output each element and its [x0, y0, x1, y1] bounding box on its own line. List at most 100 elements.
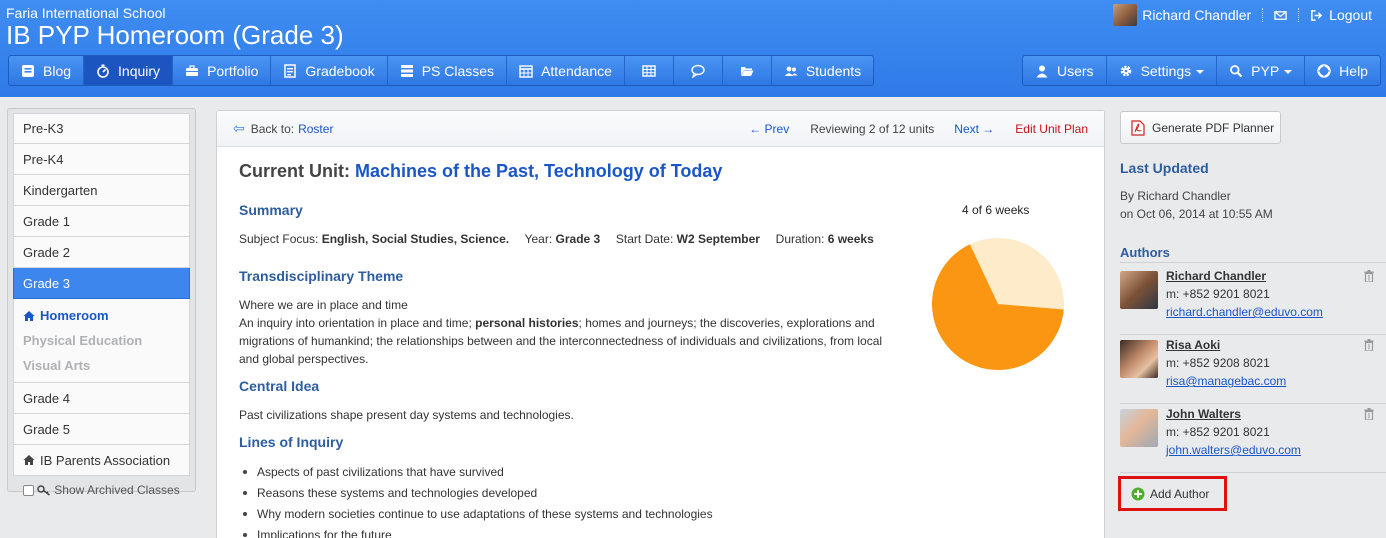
author-card: Risa Aoki m: +852 9208 8021 risa@manageb… [1120, 336, 1386, 404]
show-archived-label: Show Archived Classes [54, 483, 180, 497]
author-card: John Walters m: +852 9201 8021 john.walt… [1120, 405, 1386, 473]
author-email-link[interactable]: risa@managebac.com [1166, 374, 1286, 388]
author-name-link[interactable]: Risa Aoki [1166, 338, 1220, 352]
nav-settings[interactable]: Settings [1107, 56, 1218, 85]
author-email-link[interactable]: john.walters@eduvo.com [1166, 443, 1301, 457]
current-unit-label: Current Unit: [239, 161, 350, 181]
edit-unit-plan-link[interactable]: Edit Unit Plan [1015, 122, 1088, 136]
next-unit-link[interactable]: Next → [954, 122, 994, 136]
author-email-link[interactable]: richard.chandler@eduvo.com [1166, 305, 1323, 319]
nav-label: Blog [43, 62, 72, 79]
logout-link[interactable]: Logout [1329, 7, 1372, 23]
user-icon [1035, 64, 1049, 78]
sidebar-item-grade-4[interactable]: Grade 4 [13, 383, 190, 414]
theme-text: Where we are in place and time An inquir… [239, 296, 899, 368]
add-author-button[interactable]: Add Author [1118, 476, 1227, 511]
nav-label: Users [1057, 62, 1094, 79]
avatar [1120, 409, 1158, 447]
sidebar-item-grade-5[interactable]: Grade 5 [13, 414, 190, 445]
back-to-roster-link[interactable]: Roster [298, 122, 333, 136]
generate-pdf-label: Generate PDF Planner [1152, 120, 1275, 135]
nav-label: Inquiry [118, 62, 161, 79]
nav-files[interactable] [723, 56, 772, 85]
group-icon [784, 64, 798, 78]
theme-desc-line-2: migrations of humankind; the relationshi… [239, 334, 883, 348]
gradebook-icon [283, 63, 297, 78]
duration-label: Duration: [775, 232, 825, 246]
nav-label: PYP [1251, 62, 1280, 79]
chevron-down-icon [1196, 69, 1205, 74]
sidebar-subitem-physical-education[interactable]: Physical Education [14, 328, 189, 353]
trash-icon[interactable] [1364, 270, 1374, 282]
weeks-progress-label: 4 of 6 weeks [962, 203, 1030, 217]
year-value: Grade 3 [555, 232, 601, 246]
nav-help[interactable]: Help [1305, 56, 1380, 85]
trash-icon[interactable] [1364, 339, 1374, 351]
sidebar-item-kindergarten[interactable]: Kindergarten [13, 175, 190, 206]
author-name-link[interactable]: John Walters [1166, 407, 1241, 421]
year-label: Year: [524, 232, 553, 246]
avatar[interactable] [1113, 4, 1138, 26]
nav-ps-classes[interactable]: PS Classes [388, 56, 508, 85]
add-author-label: Add Author [1150, 486, 1210, 501]
unit-pager: ← Prev Reviewing 2 of 12 units Next → Ed… [749, 111, 1088, 147]
nav-users[interactable]: Users [1023, 56, 1107, 85]
nav-table[interactable] [625, 56, 674, 85]
nav-messages[interactable] [674, 56, 723, 85]
home-icon [23, 454, 35, 466]
sidebar-subitem-visual-arts[interactable]: Visual Arts [14, 353, 189, 378]
lines-of-inquiry-list: Aspects of past civilizations that have … [239, 461, 713, 538]
generate-pdf-button[interactable]: Generate PDF Planner [1120, 111, 1281, 144]
secondary-nav: Users Settings PYP Help [1022, 55, 1381, 86]
stopwatch-icon [96, 64, 110, 78]
theme-heading: Transdisciplinary Theme [239, 268, 404, 284]
theme-desc-line-1: An inquiry into orientation in place and… [239, 314, 899, 332]
back-to-label: Back to: [250, 121, 295, 136]
trash-icon[interactable] [1364, 408, 1374, 420]
sidebar-item-ib-parents[interactable]: IB Parents Association [13, 445, 190, 476]
main-nav: Blog Inquiry Portfolio Gradebook PS Clas… [8, 55, 875, 86]
nav-pyp[interactable]: PYP [1217, 56, 1306, 85]
nav-attendance[interactable]: Attendance [507, 56, 625, 85]
sidebar-subitem-homeroom[interactable]: Homeroom [14, 303, 189, 328]
add-circle-icon [1131, 487, 1145, 500]
unit-toolbar: ⇦ Back to: Roster ← Prev Reviewing 2 of … [217, 111, 1104, 147]
author-name-link[interactable]: Richard Chandler [1166, 269, 1266, 283]
pdf-icon [1131, 119, 1145, 136]
sidebar-item-grade-1[interactable]: Grade 1 [13, 206, 190, 237]
avatar [1120, 271, 1158, 309]
class-sidebar: Pre-K3 Pre-K4 Kindergarten Grade 1 Grade… [7, 108, 196, 497]
lifebuoy-icon [1317, 63, 1331, 78]
user-name-link[interactable]: Richard Chandler [1142, 7, 1251, 23]
show-archived-toggle[interactable]: Show Archived Classes [13, 478, 190, 502]
divider [1298, 8, 1300, 22]
unit-name-link[interactable]: Machines of the Past, Technology of Toda… [355, 161, 722, 181]
sidebar-subitem-label: Homeroom [40, 308, 109, 323]
nav-students[interactable]: Students [772, 56, 873, 85]
blog-icon [21, 64, 35, 78]
theme-desc-part: ; homes and journeys; the discoveries, e… [578, 316, 875, 330]
nav-blog[interactable]: Blog [9, 56, 85, 85]
nav-inquiry[interactable]: Inquiry [84, 56, 174, 85]
school-name: Faria International School [6, 5, 166, 21]
nav-portfolio[interactable]: Portfolio [173, 56, 272, 85]
sidebar-item-grade-2[interactable]: Grade 2 [13, 237, 190, 268]
summary-details: Subject Focus: English, Social Studies, … [239, 230, 874, 248]
server-icon [400, 64, 414, 78]
nav-label: Students [805, 62, 862, 79]
sidebar-item-pre-k3[interactable]: Pre-K3 [13, 113, 190, 144]
nav-label: PS Classes [421, 62, 495, 79]
mail-icon[interactable] [1274, 9, 1287, 22]
theme-desc-line-3: and global perspectives. [239, 352, 369, 366]
show-archived-checkbox[interactable] [23, 484, 35, 496]
theme-desc-part: An inquiry into orientation in place and… [239, 316, 472, 330]
sidebar-item-pre-k4[interactable]: Pre-K4 [13, 144, 190, 175]
prev-unit-link[interactable]: ← Prev [749, 122, 789, 136]
sidebar-item-grade-3[interactable]: Grade 3 [13, 268, 190, 299]
subject-focus-value: English, Social Studies, Science. [321, 232, 510, 246]
list-item: Implications for the future [239, 524, 713, 538]
divider [1262, 8, 1264, 22]
author-phone: m: +852 9208 8021 [1166, 356, 1270, 370]
last-updated-on: on Oct 06, 2014 at 10:55 AM [1120, 207, 1273, 221]
nav-gradebook[interactable]: Gradebook [271, 56, 388, 85]
